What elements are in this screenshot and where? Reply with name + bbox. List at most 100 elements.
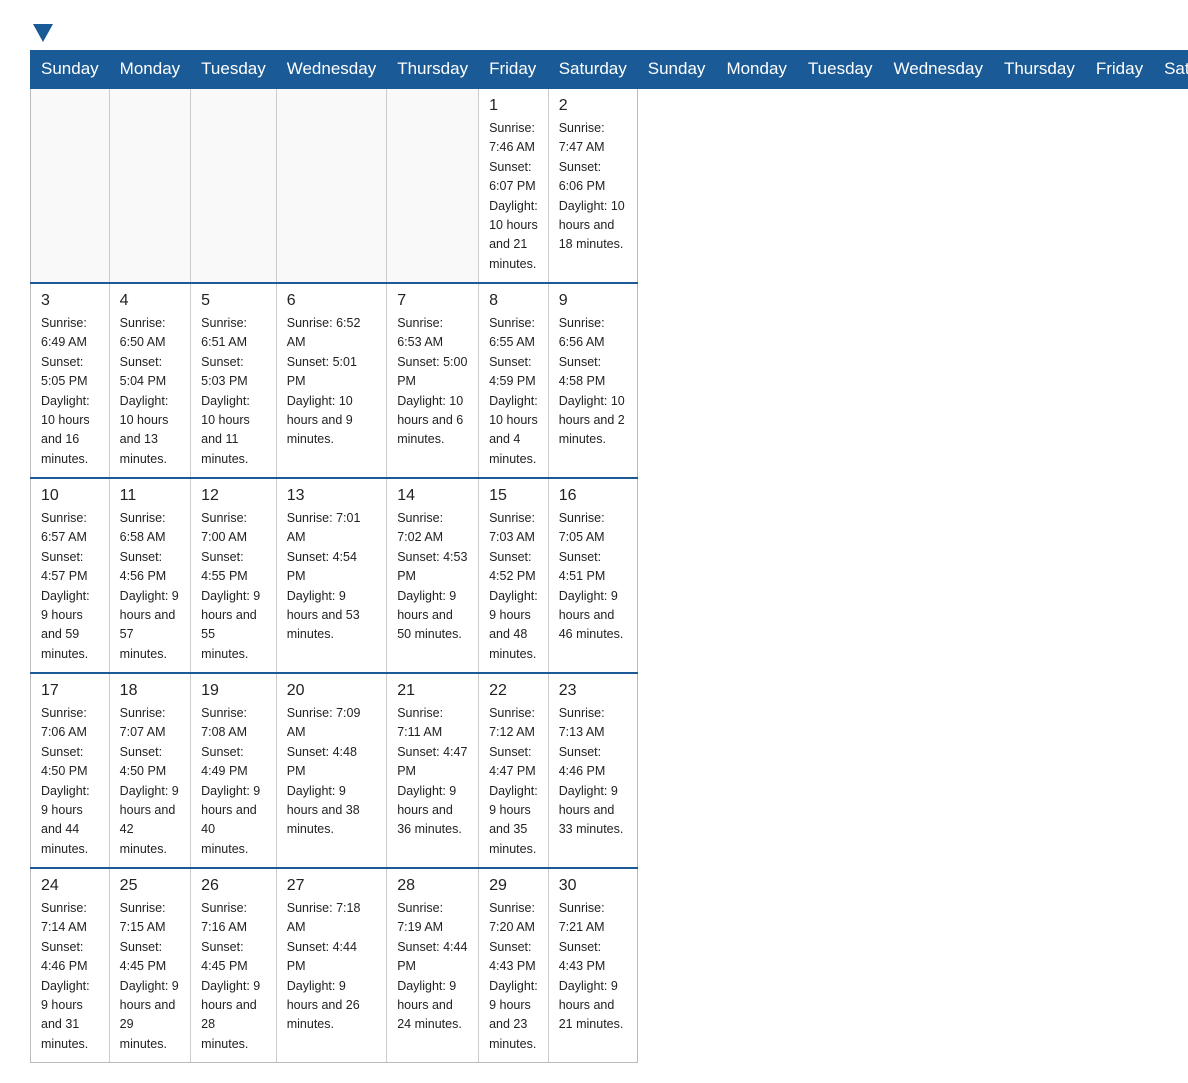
day-number: 9 xyxy=(559,292,627,310)
day-number: 8 xyxy=(489,292,538,310)
calendar-cell: 5 Sunrise: 6:51 AMSunset: 5:03 PMDaylight… xyxy=(191,283,277,478)
calendar-cell: 8 Sunrise: 6:55 AMSunset: 4:59 PMDaylight… xyxy=(479,283,549,478)
day-info: Sunrise: 7:16 AMSunset: 4:45 PMDaylight:… xyxy=(201,899,266,1054)
calendar-cell: 25 Sunrise: 7:15 AMSunset: 4:45 PMDayligh… xyxy=(109,868,190,1063)
day-number: 22 xyxy=(489,682,538,700)
header-saturday: Saturday xyxy=(548,51,637,89)
calendar-cell: 4 Sunrise: 6:50 AMSunset: 5:04 PMDaylight… xyxy=(109,283,190,478)
header-friday: Friday xyxy=(1085,51,1153,89)
calendar-cell: 28 Sunrise: 7:19 AMSunset: 4:44 PMDayligh… xyxy=(387,868,479,1063)
day-info: Sunrise: 7:21 AMSunset: 4:43 PMDaylight:… xyxy=(559,899,627,1035)
calendar-cell: 12 Sunrise: 7:00 AMSunset: 4:55 PMDayligh… xyxy=(191,478,277,673)
day-number: 7 xyxy=(397,292,468,310)
day-number: 15 xyxy=(489,487,538,505)
day-number: 21 xyxy=(397,682,468,700)
day-number: 26 xyxy=(201,877,266,895)
calendar-cell: 6Sunrise: 6:52 AMSunset: 5:01 PMDaylight… xyxy=(276,283,386,478)
day-info: Sunrise: 7:06 AMSunset: 4:50 PMDaylight:… xyxy=(41,704,99,859)
header-tuesday: Tuesday xyxy=(797,51,883,89)
day-info: Sunrise: 7:07 AMSunset: 4:50 PMDaylight:… xyxy=(120,704,180,859)
day-info: Sunrise: 7:13 AMSunset: 4:46 PMDaylight:… xyxy=(559,704,627,840)
header-wednesday: Wednesday xyxy=(883,51,993,89)
day-info: Sunrise: 7:15 AMSunset: 4:45 PMDaylight:… xyxy=(120,899,180,1054)
calendar-cell: 16Sunrise: 7:05 AMSunset: 4:51 PMDayligh… xyxy=(548,478,637,673)
day-number: 17 xyxy=(41,682,99,700)
header-monday: Monday xyxy=(716,51,797,89)
day-number: 5 xyxy=(201,292,266,310)
day-info: Sunrise: 7:01 AMSunset: 4:54 PMDaylight:… xyxy=(287,509,376,645)
logo xyxy=(30,20,53,40)
day-number: 12 xyxy=(201,487,266,505)
day-number: 27 xyxy=(287,877,376,895)
header-sunday: Sunday xyxy=(637,51,716,89)
day-number: 24 xyxy=(41,877,99,895)
page-header xyxy=(30,20,1158,40)
day-number: 1 xyxy=(489,97,538,115)
day-info: Sunrise: 6:56 AMSunset: 4:58 PMDaylight:… xyxy=(559,314,627,450)
week-row-2: 10 Sunrise: 6:57 AMSunset: 4:57 PMDayligh… xyxy=(31,478,1188,673)
header-friday: Friday xyxy=(479,51,549,89)
week-row-3: 17 Sunrise: 7:06 AMSunset: 4:50 PMDayligh… xyxy=(31,673,1188,868)
calendar-cell: 15 Sunrise: 7:03 AMSunset: 4:52 PMDayligh… xyxy=(479,478,549,673)
header-thursday: Thursday xyxy=(993,51,1085,89)
calendar-cell xyxy=(31,88,110,283)
calendar-cell: 7Sunrise: 6:53 AMSunset: 5:00 PMDaylight… xyxy=(387,283,479,478)
header-monday: Monday xyxy=(109,51,190,89)
calendar-cell: 29 Sunrise: 7:20 AMSunset: 4:43 PMDayligh… xyxy=(479,868,549,1063)
day-number: 29 xyxy=(489,877,538,895)
calendar-header: SundayMondayTuesdayWednesdayThursdayFrid… xyxy=(31,51,1188,89)
day-number: 2 xyxy=(559,97,627,115)
calendar-cell: 1 Sunrise: 7:46 AMSunset: 6:07 PMDaylight… xyxy=(479,88,549,283)
day-info: Sunrise: 6:50 AMSunset: 5:04 PMDaylight:… xyxy=(120,314,180,469)
calendar-cell xyxy=(276,88,386,283)
day-info: Sunrise: 7:11 AMSunset: 4:47 PMDaylight:… xyxy=(397,704,468,840)
day-info: Sunrise: 7:47 AMSunset: 6:06 PMDaylight:… xyxy=(559,119,627,255)
day-info: Sunrise: 7:00 AMSunset: 4:55 PMDaylight:… xyxy=(201,509,266,664)
day-info: Sunrise: 7:18 AMSunset: 4:44 PMDaylight:… xyxy=(287,899,376,1035)
header-row: SundayMondayTuesdayWednesdayThursdayFrid… xyxy=(31,51,1188,89)
calendar-cell: 18 Sunrise: 7:07 AMSunset: 4:50 PMDayligh… xyxy=(109,673,190,868)
calendar-cell: 17 Sunrise: 7:06 AMSunset: 4:50 PMDayligh… xyxy=(31,673,110,868)
header-wednesday: Wednesday xyxy=(276,51,386,89)
day-info: Sunrise: 7:20 AMSunset: 4:43 PMDaylight:… xyxy=(489,899,538,1054)
calendar-table: SundayMondayTuesdayWednesdayThursdayFrid… xyxy=(30,50,1188,1063)
header-thursday: Thursday xyxy=(387,51,479,89)
day-number: 19 xyxy=(201,682,266,700)
week-row-4: 24 Sunrise: 7:14 AMSunset: 4:46 PMDayligh… xyxy=(31,868,1188,1063)
day-number: 30 xyxy=(559,877,627,895)
day-info: Sunrise: 7:14 AMSunset: 4:46 PMDaylight:… xyxy=(41,899,99,1054)
day-info: Sunrise: 7:19 AMSunset: 4:44 PMDaylight:… xyxy=(397,899,468,1035)
calendar-cell xyxy=(191,88,277,283)
week-row-0: 1 Sunrise: 7:46 AMSunset: 6:07 PMDaylight… xyxy=(31,88,1188,283)
calendar-cell: 14Sunrise: 7:02 AMSunset: 4:53 PMDayligh… xyxy=(387,478,479,673)
day-info: Sunrise: 7:03 AMSunset: 4:52 PMDaylight:… xyxy=(489,509,538,664)
day-info: Sunrise: 6:51 AMSunset: 5:03 PMDaylight:… xyxy=(201,314,266,469)
day-number: 4 xyxy=(120,292,180,310)
day-info: Sunrise: 6:58 AMSunset: 4:56 PMDaylight:… xyxy=(120,509,180,664)
day-info: Sunrise: 6:55 AMSunset: 4:59 PMDaylight:… xyxy=(489,314,538,469)
day-number: 18 xyxy=(120,682,180,700)
calendar-cell: 27 Sunrise: 7:18 AMSunset: 4:44 PMDayligh… xyxy=(276,868,386,1063)
day-info: Sunrise: 7:46 AMSunset: 6:07 PMDaylight:… xyxy=(489,119,538,274)
calendar-cell: 2 Sunrise: 7:47 AMSunset: 6:06 PMDaylight… xyxy=(548,88,637,283)
day-number: 28 xyxy=(397,877,468,895)
day-info: Sunrise: 6:57 AMSunset: 4:57 PMDaylight:… xyxy=(41,509,99,664)
calendar-cell xyxy=(109,88,190,283)
calendar-cell: 20Sunrise: 7:09 AMSunset: 4:48 PMDayligh… xyxy=(276,673,386,868)
calendar-cell: 13Sunrise: 7:01 AMSunset: 4:54 PMDayligh… xyxy=(276,478,386,673)
calendar-cell: 19Sunrise: 7:08 AMSunset: 4:49 PMDayligh… xyxy=(191,673,277,868)
calendar-body: 1 Sunrise: 7:46 AMSunset: 6:07 PMDaylight… xyxy=(31,88,1188,1063)
day-number: 11 xyxy=(120,487,180,505)
day-number: 20 xyxy=(287,682,376,700)
calendar-cell: 30 Sunrise: 7:21 AMSunset: 4:43 PMDayligh… xyxy=(548,868,637,1063)
day-info: Sunrise: 7:05 AMSunset: 4:51 PMDaylight:… xyxy=(559,509,627,645)
day-info: Sunrise: 6:49 AMSunset: 5:05 PMDaylight:… xyxy=(41,314,99,469)
day-info: Sunrise: 6:52 AMSunset: 5:01 PMDaylight:… xyxy=(287,314,376,450)
day-info: Sunrise: 7:12 AMSunset: 4:47 PMDaylight:… xyxy=(489,704,538,859)
calendar-cell: 9 Sunrise: 6:56 AMSunset: 4:58 PMDaylight… xyxy=(548,283,637,478)
day-number: 25 xyxy=(120,877,180,895)
day-number: 10 xyxy=(41,487,99,505)
week-row-1: 3Sunrise: 6:49 AMSunset: 5:05 PMDaylight… xyxy=(31,283,1188,478)
day-number: 23 xyxy=(559,682,627,700)
header-saturday: Saturday xyxy=(1154,51,1188,89)
